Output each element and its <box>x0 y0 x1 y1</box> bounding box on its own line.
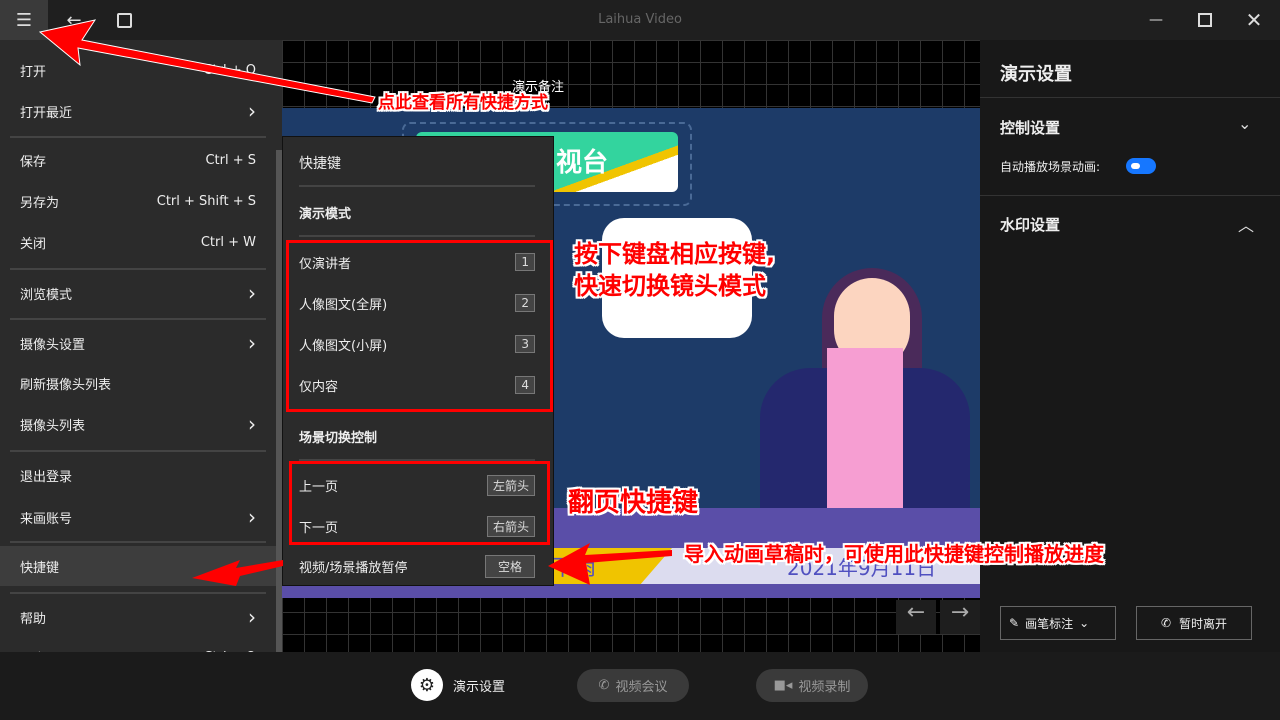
annotation-mode-hint-1: 按下键盘相应按键, <box>574 240 776 268</box>
annotation-mode-hint-2: 快速切换镜头模式 <box>574 272 766 300</box>
annotation-arrows <box>38 19 672 586</box>
annotation-page-hint: 翻页快捷键 <box>568 488 699 518</box>
arrow-to-shortcut-menu <box>192 560 283 586</box>
annotation-menu-hint: 点此查看所有快捷方式 <box>378 93 548 113</box>
arrow-to-menu <box>38 19 376 104</box>
arrow-to-play-key <box>548 543 672 585</box>
annotation-play-hint: 导入动画草稿时，可使用此快捷键控制播放进度 <box>684 542 1104 566</box>
